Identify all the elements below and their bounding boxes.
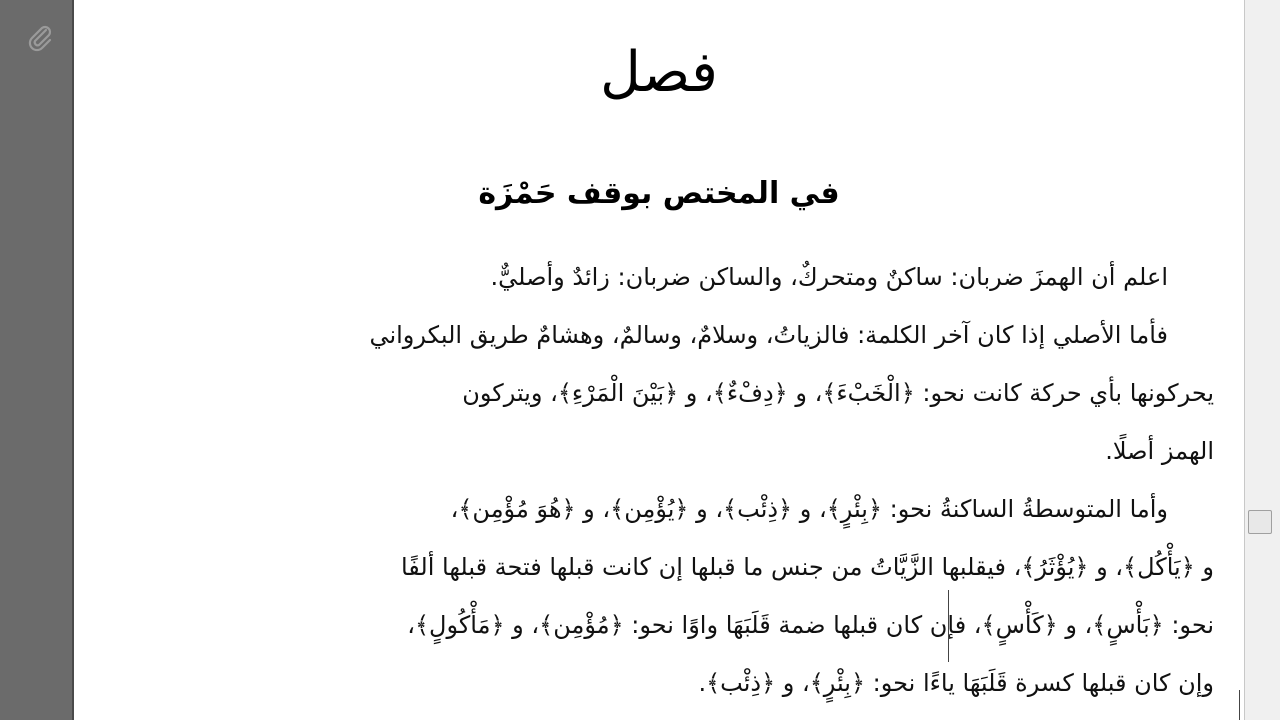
text-line: اعلم أن الهمزَ ضربان: ساكنٌ ومتحركٌ، وال…	[490, 263, 1168, 291]
text-cursor	[1239, 690, 1240, 720]
text-line: وإن كان قبلها كسرة قَلَبَهَا ياءًا نحو: …	[698, 669, 1214, 697]
paperclip-icon[interactable]	[24, 22, 56, 54]
page-title: فصل	[600, 40, 718, 105]
vertical-scrollbar[interactable]	[1244, 0, 1280, 720]
text-line: و ﴿يَأْكُل﴾، و ﴿يُؤْثَرُ﴾، فيقلبها الزَّ…	[400, 553, 1214, 581]
paragraph-3: وأما المتوسطةُ الساكنةُ نحو: ﴿بِئْرٍ﴾، و…	[102, 480, 1214, 712]
text-line: وأما المتوسطةُ الساكنةُ نحو: ﴿بِئْرٍ﴾، و…	[450, 495, 1168, 523]
paragraph-1: اعلم أن الهمزَ ضربان: ساكنٌ ومتحركٌ، وال…	[102, 248, 1214, 306]
paragraph-2: فأما الأصلي إذا كان آخر الكلمة: فالزياتُ…	[102, 306, 1214, 480]
text-line: فأما الأصلي إذا كان آخر الكلمة: فالزياتُ…	[369, 321, 1168, 349]
section-subtitle: في المختص بوقف حَمْزَة	[478, 176, 840, 211]
text-line: يحركونها بأي حركة كانت نحو: ﴿الْخَبْءَ﴾،…	[462, 379, 1214, 407]
scroll-thumb[interactable]	[1248, 510, 1272, 534]
text-cursor	[948, 590, 949, 662]
text-line: الهمز أصلًا.	[1105, 437, 1214, 465]
left-sidebar	[0, 0, 74, 720]
document-page: فصل في المختص بوقف حَمْزَة اعلم أن الهمز…	[74, 0, 1244, 720]
text-line: نحو: ﴿بَأْسٍ﴾، و ﴿كَأْسٍ﴾، فإن كان قبلها…	[407, 611, 1214, 639]
